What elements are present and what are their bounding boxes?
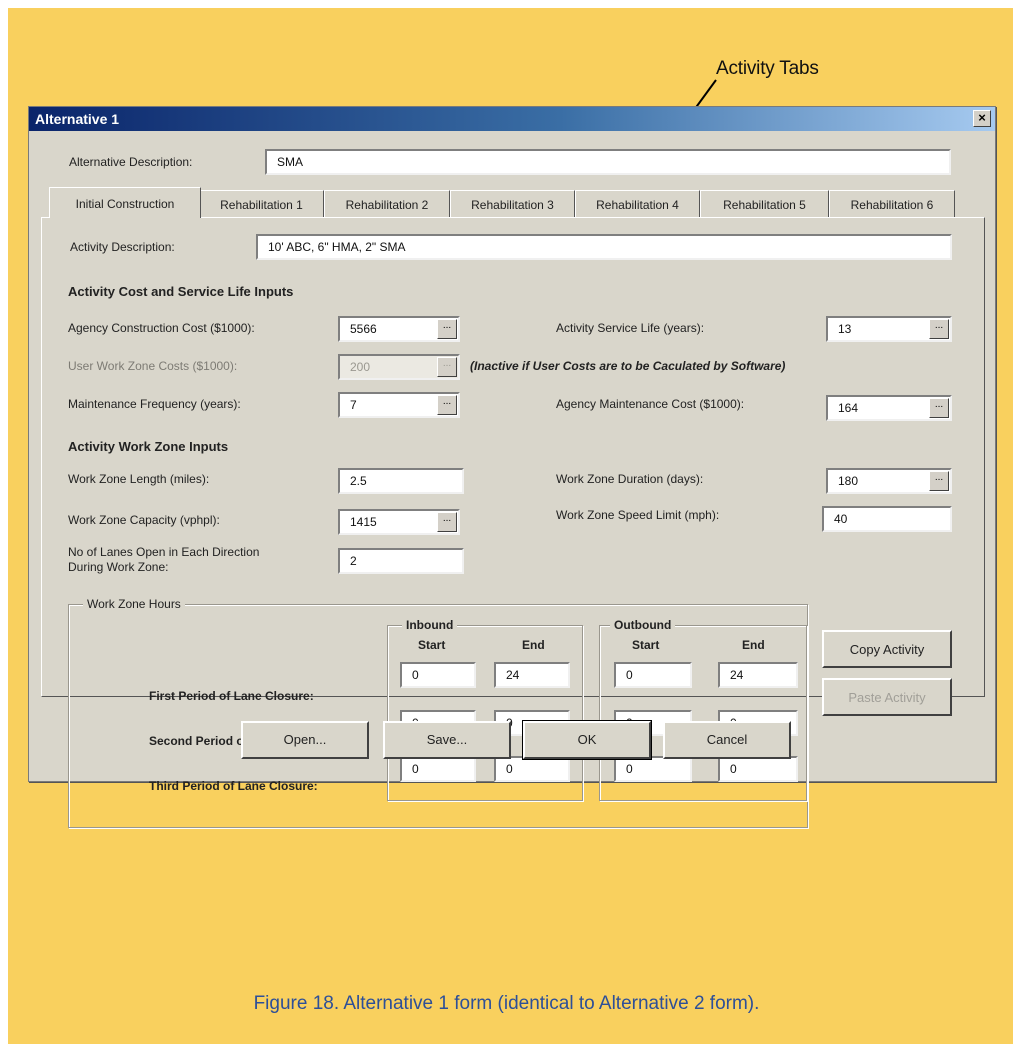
wz-duration-button[interactable]: ... [929,471,949,491]
lanes-open-input[interactable]: 2 [338,548,464,574]
inbound-end-header: End [522,638,545,652]
activity-tabs-annotation: Activity Tabs [716,58,819,79]
maint-frequency-input[interactable]: 7 ... [338,392,460,418]
cancel-button[interactable]: Cancel [663,721,791,759]
outbound-title: Outbound [610,618,676,632]
tab-rehabilitation-1[interactable]: Rehabilitation 1 [199,190,324,218]
activity-description-label: Activity Description: [70,240,175,254]
tab-rehabilitation-5[interactable]: Rehabilitation 5 [700,190,829,218]
alt-description-input[interactable]: SMA [265,149,951,175]
lanes-open-label-line1: No of Lanes Open in Each Direction [68,545,260,559]
maint-frequency-value: 7 [350,398,357,412]
alt-description-label: Alternative Description: [69,155,193,169]
copy-activity-button[interactable]: Copy Activity [822,630,952,668]
work-zone-hours-title: Work Zone Hours [83,597,185,611]
outbound-end-3[interactable]: 0 [718,756,798,782]
inbound-end-1[interactable]: 24 [494,662,570,688]
close-button[interactable]: × [973,110,991,127]
maint-cost-input[interactable]: 164 ... [826,395,952,421]
maint-cost-button[interactable]: ... [929,398,949,418]
outbound-start-3[interactable]: 0 [614,756,692,782]
dialog-titlebar: Alternative 1 × [29,107,995,131]
maint-cost-label: Agency Maintenance Cost ($1000): [556,397,745,411]
wz-speed-label: Work Zone Speed Limit (mph): [556,508,720,522]
wz-capacity-value: 1415 [350,515,377,529]
outbound-end-header: End [742,638,765,652]
tab-page-initial-construction: Activity Description: 10' ABC, 6" HMA, 2… [41,217,985,828]
inbound-start-1[interactable]: 0 [400,662,476,688]
work-zone-section-heading: Activity Work Zone Inputs [68,439,229,454]
alternative-dialog: Alternative 1 × Alternative Description:… [28,106,996,828]
user-cost-label: User Work Zone Costs ($1000): [68,359,238,373]
tab-rehabilitation-6[interactable]: Rehabilitation 6 [829,190,955,218]
user-cost-note: (Inactive if User Costs are to be Cacula… [470,359,786,373]
dialog-title: Alternative 1 [35,111,120,127]
save-button[interactable]: Save... [383,721,511,759]
agency-cost-label: Agency Construction Cost ($1000): [68,321,255,335]
third-period-label: Third Period of Lane Closure: [149,779,318,793]
user-cost-input: 200 ... [338,354,460,380]
service-life-input[interactable]: 13 ... [826,316,952,342]
inbound-start-3[interactable]: 0 [400,756,476,782]
cost-section-heading: Activity Cost and Service Life Inputs [68,284,294,299]
tab-rehabilitation-4[interactable]: Rehabilitation 4 [575,190,700,218]
inbound-title: Inbound [402,618,458,632]
open-button[interactable]: Open... [241,721,369,759]
tab-initial-construction[interactable]: Initial Construction [49,187,201,218]
inbound-end-3[interactable]: 0 [494,756,570,782]
wz-duration-label: Work Zone Duration (days): [556,472,704,486]
user-cost-value: 200 [350,360,371,374]
maint-frequency-label: Maintenance Frequency (years): [68,397,241,411]
activity-description-input[interactable]: 10' ABC, 6" HMA, 2" SMA [256,234,952,260]
agency-cost-input[interactable]: 5566 ... [338,316,460,342]
inbound-start-header: Start [418,638,446,652]
work-zone-hours-group: Work Zone Hours Inbound Start End 0 24 0… [68,597,808,828]
outbound-end-1[interactable]: 24 [718,662,798,688]
service-life-value: 13 [838,322,852,336]
wz-capacity-label: Work Zone Capacity (vphpl): [68,513,220,527]
figure-caption: Figure 18. Alternative 1 form (identical… [253,993,760,1014]
first-period-label: First Period of Lane Closure: [149,689,314,703]
service-life-button[interactable]: ... [929,319,949,339]
paste-activity-button[interactable]: Paste Activity [822,678,952,716]
lanes-open-label-line2: During Work Zone: [68,560,169,574]
wz-length-label: Work Zone Length (miles): [68,472,210,486]
outbound-start-1[interactable]: 0 [614,662,692,688]
maint-frequency-button[interactable]: ... [437,395,457,415]
wz-duration-input[interactable]: 180 ... [826,468,952,494]
inbound-group: Inbound Start End 0 24 0 0 0 0 [387,618,583,801]
maint-cost-value: 164 [838,401,859,415]
wz-capacity-button[interactable]: ... [437,512,457,532]
user-cost-button: ... [437,357,457,377]
outbound-group: Outbound Start End 0 24 0 0 0 0 [599,618,807,801]
tab-rehabilitation-2[interactable]: Rehabilitation 2 [324,190,450,218]
ok-button[interactable]: OK [522,720,652,760]
wz-duration-value: 180 [838,474,859,488]
agency-cost-value: 5566 [350,322,377,336]
agency-cost-button[interactable]: ... [437,319,457,339]
outbound-start-header: Start [632,638,660,652]
wz-speed-input[interactable]: 40 [822,506,952,532]
wz-length-input[interactable]: 2.5 [338,468,464,494]
tab-rehabilitation-3[interactable]: Rehabilitation 3 [450,190,575,218]
wz-capacity-input[interactable]: 1415 ... [338,509,460,535]
service-life-label: Activity Service Life (years): [556,321,705,335]
